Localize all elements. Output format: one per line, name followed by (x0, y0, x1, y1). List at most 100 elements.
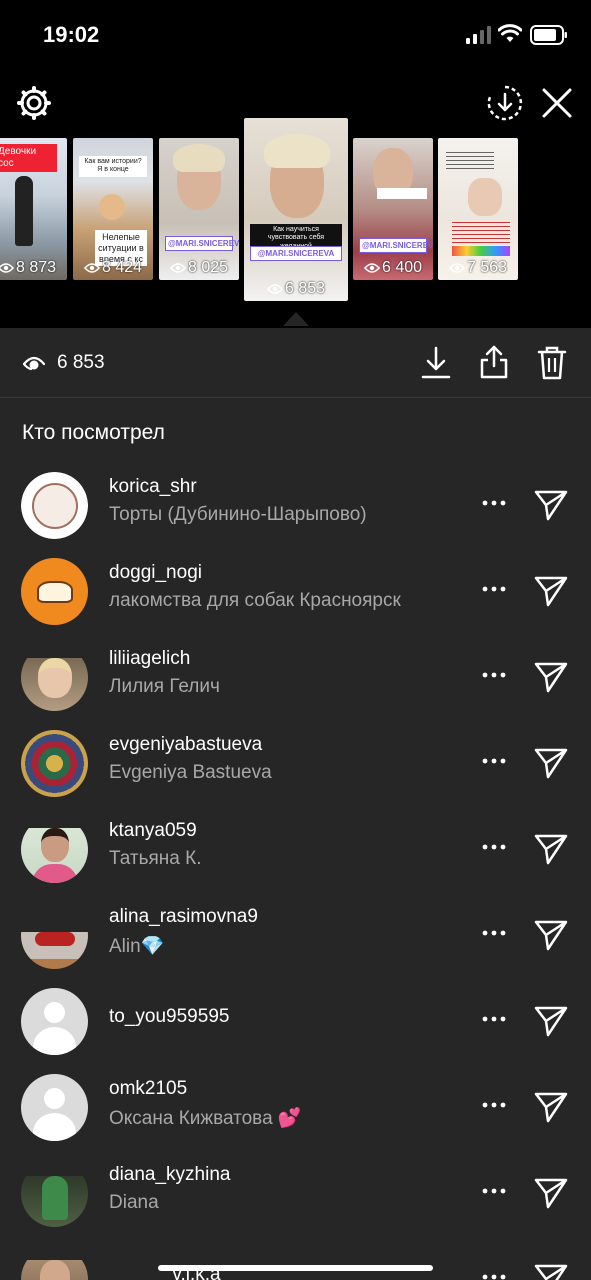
story-mention-tag: @MARI.SNICEREVA (165, 236, 239, 251)
more-options-icon[interactable] (481, 1176, 507, 1206)
avatar[interactable] (21, 988, 88, 1055)
story-view-count: 8 873 (0, 259, 67, 277)
send-direct-icon[interactable] (534, 1005, 568, 1037)
wifi-icon (498, 24, 522, 42)
download-icon[interactable] (421, 346, 451, 380)
avatar[interactable] (21, 1246, 88, 1280)
send-direct-icon[interactable] (534, 1177, 568, 1209)
more-options-icon[interactable] (481, 1004, 507, 1034)
story-thumbnail[interactable]: @MARI.SNICEREVA 8 025 (159, 138, 239, 280)
delete-trash-icon[interactable] (537, 345, 567, 380)
more-options-icon[interactable] (481, 660, 507, 690)
story-view-count-text: 8 873 (15, 259, 57, 276)
story-thumbnail-strip: Девочки сос 8 873 Как вам истории? Я в к… (0, 118, 591, 328)
viewer-username[interactable]: diana_kyzhina (109, 1164, 230, 1186)
eye-icon (448, 262, 465, 273)
save-story-icon[interactable] (486, 84, 524, 122)
story-view-count: 6 400 (353, 259, 433, 277)
send-direct-icon[interactable] (534, 1263, 568, 1280)
viewer-full-name: Оксана Кижватова 💕 (109, 1108, 302, 1129)
viewers-sheet: 6 853 Кто посмотрел korica_shr Торты (Дуб… (0, 328, 591, 1280)
eye-icon (266, 283, 283, 294)
viewer-row[interactable]: omk2105 Оксана Кижватова 💕 (0, 1064, 591, 1150)
story-text-block (446, 152, 494, 170)
avatar[interactable] (21, 644, 88, 711)
viewer-username[interactable]: evgeniyabastueva (109, 734, 262, 756)
story-stats-bar: 6 853 (0, 328, 591, 398)
story-view-count-text: 7 563 (466, 259, 508, 276)
more-options-icon[interactable] (481, 918, 507, 948)
more-options-icon[interactable] (481, 746, 507, 776)
viewer-username[interactable]: korica_shr (109, 476, 197, 498)
viewer-row[interactable]: doggi_nogi лакомства для собак Красноярск (0, 548, 591, 634)
more-options-icon[interactable] (481, 488, 507, 518)
viewer-full-name: Торты (Дубинино-Шарыпово) (109, 504, 367, 525)
close-icon[interactable] (540, 86, 574, 120)
viewer-row[interactable]: to_you959595 (0, 978, 591, 1064)
story-thumbnail[interactable]: Девочки сос 8 873 (0, 138, 67, 280)
story-thumbnail-selected[interactable]: Как научиться чувствовать себя желанной … (244, 118, 348, 301)
story-view-count: 6 853 (244, 280, 348, 298)
story-caption: Как вам истории? Я в конце (79, 156, 147, 177)
send-direct-icon[interactable] (534, 661, 568, 693)
avatar[interactable] (21, 730, 88, 797)
viewer-row[interactable]: ______v.i.k.a______ (0, 1236, 591, 1280)
story-figure (99, 194, 125, 220)
story-view-count: 7 563 (438, 259, 518, 277)
send-direct-icon[interactable] (534, 575, 568, 607)
viewer-row[interactable]: diana_kyzhina Diana (0, 1150, 591, 1236)
story-hair (264, 134, 330, 168)
avatar[interactable] (21, 558, 88, 625)
viewer-username[interactable]: omk2105 (109, 1078, 187, 1100)
viewer-full-name: Лилия Гелич (109, 676, 220, 697)
more-options-icon[interactable] (481, 1262, 507, 1280)
send-direct-icon[interactable] (534, 1091, 568, 1123)
story-figure (468, 178, 502, 216)
viewer-username[interactable]: ktanya059 (109, 820, 197, 842)
viewer-username[interactable]: alina_rasimovna9 (109, 906, 258, 928)
share-icon[interactable] (479, 344, 509, 380)
send-direct-icon[interactable] (534, 919, 568, 951)
story-thumbnail[interactable]: @MARI.SNICEREVA 6 400 (353, 138, 433, 280)
send-direct-icon[interactable] (534, 833, 568, 865)
avatar[interactable] (21, 472, 88, 539)
viewer-full-name: Alin💎 (109, 936, 165, 957)
story-view-count-text: 6 400 (381, 259, 423, 276)
story-view-count-text: 8 424 (101, 259, 143, 276)
viewer-row[interactable]: korica_shr Торты (Дубинино-Шарыпово) (0, 462, 591, 548)
more-options-icon[interactable] (481, 574, 507, 604)
eye-icon (169, 262, 186, 273)
viewer-row[interactable]: alina_rasimovna9 Alin💎 (0, 892, 591, 978)
eye-icon (0, 262, 14, 273)
viewer-row[interactable]: liliiagelich Лилия Гелич (0, 634, 591, 720)
avatar[interactable] (21, 1160, 88, 1227)
avatar[interactable] (21, 902, 88, 969)
status-time: 19:02 (43, 22, 100, 47)
eye-icon (363, 262, 380, 273)
story-caption (377, 188, 427, 200)
story-figure (15, 176, 33, 246)
viewer-row[interactable]: ktanya059 Татьяна К. (0, 806, 591, 892)
viewer-row[interactable]: evgeniyabastueva Evgeniya Bastueva (0, 720, 591, 806)
send-direct-icon[interactable] (534, 747, 568, 779)
story-mention-tag: @MARI.SNICEREVA (250, 246, 342, 261)
story-view-count-text: 8 025 (187, 259, 229, 276)
avatar[interactable] (21, 816, 88, 883)
send-direct-icon[interactable] (534, 489, 568, 521)
viewer-username[interactable]: to_you959595 (109, 1006, 229, 1028)
viewer-username[interactable]: liliiagelich (109, 648, 190, 670)
story-thumbnail[interactable]: 7 563 (438, 138, 518, 280)
home-indicator[interactable] (158, 1265, 433, 1271)
more-options-icon[interactable] (481, 1090, 507, 1120)
story-view-count: 8 424 (73, 259, 153, 277)
status-bar: 19:02 (0, 0, 591, 70)
settings-gear-icon[interactable] (16, 85, 52, 121)
viewer-username[interactable]: doggi_nogi (109, 562, 202, 584)
story-thumbnail[interactable]: Как вам истории? Я в конце Нелепые ситуа… (73, 138, 153, 280)
story-caption: Девочки сос (0, 144, 57, 172)
more-options-icon[interactable] (481, 832, 507, 862)
cellular-signal-icon (466, 26, 491, 44)
avatar[interactable] (21, 1074, 88, 1141)
story-mention-tag: @MARI.SNICEREVA (359, 238, 433, 253)
story-view-count: 8 025 (159, 259, 239, 277)
